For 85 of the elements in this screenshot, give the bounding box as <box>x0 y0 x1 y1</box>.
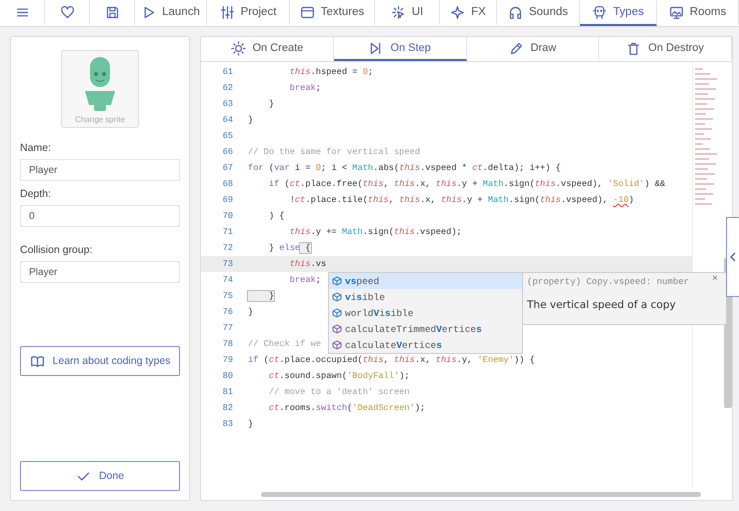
line-number: 68 <box>222 179 234 189</box>
line-number: 70 <box>222 211 234 221</box>
sprite-label: Change sprite <box>74 115 126 124</box>
line-number: 61 <box>222 67 234 77</box>
field-label: Collision group: <box>20 244 94 256</box>
window-icon <box>300 4 315 20</box>
autocomplete-item[interactable]: calculateTrimmedVertices <box>329 321 522 337</box>
trash-icon <box>626 40 642 56</box>
line-number: 73 <box>222 259 234 269</box>
field-label: Name: <box>20 142 52 154</box>
code-line: !ct.place.tile(this, this.x, this.y + Math.sign(this.vspeed), -10) <box>288 195 634 205</box>
sparkle-cursor-icon <box>390 4 406 20</box>
autocomplete-item[interactable]: visible <box>329 289 522 305</box>
close-button[interactable]: × <box>712 274 718 285</box>
line-number: 67 <box>222 163 234 173</box>
step-icon <box>368 40 384 56</box>
heart-icon <box>60 4 74 20</box>
line-number: 74 <box>222 275 234 285</box>
cube-icon <box>332 340 342 350</box>
line-number: 62 <box>222 83 234 93</box>
code-line: break; <box>288 275 321 285</box>
line-number: 83 <box>222 419 234 429</box>
code-line: ct.rooms.switch('DeadScreen'); <box>268 403 426 413</box>
nav-tab[interactable]: Types <box>580 0 657 26</box>
code-line: ) { <box>268 211 284 221</box>
code-line: if (ct.place.free(this, this.x, this.y + Math.sign(this.vspeed), 'Solid') && <box>268 179 666 189</box>
line-number: 81 <box>222 387 234 397</box>
cube-icon <box>332 308 342 318</box>
event-tab[interactable]: On Create <box>201 37 334 61</box>
line-number: 77 <box>222 323 234 333</box>
code-line: break; <box>288 83 321 93</box>
property-description: The vertical speed of a copy <box>527 299 677 311</box>
text-field[interactable]: Player <box>20 159 180 181</box>
done-button[interactable]: Done <box>20 461 180 491</box>
line-number: 64 <box>222 115 234 125</box>
cube-icon <box>332 324 342 334</box>
scrollbar-thumb[interactable] <box>261 492 701 497</box>
code-comment: // Check if we <box>248 339 321 349</box>
code-line: this.y += Math.sign(this.vspeed); <box>288 227 462 237</box>
save-icon <box>104 4 120 20</box>
code-line: ct.sound.spawn('BodyFall'); <box>268 371 410 381</box>
line-number: 76 <box>222 307 234 317</box>
code-line: this.hspeed = 0; <box>288 67 374 77</box>
code-line: this.vs <box>288 259 326 269</box>
line-number: 63 <box>222 99 234 109</box>
code-line: } <box>248 115 254 125</box>
code-line: } <box>248 307 254 317</box>
collapse-button[interactable] <box>726 217 739 297</box>
event-tab[interactable]: On Step <box>334 37 466 61</box>
line-number: 69 <box>222 195 234 205</box>
text-field[interactable]: Player <box>20 261 180 283</box>
headphones-icon <box>508 4 523 20</box>
line-number: 72 <box>222 243 234 253</box>
robot-icon <box>592 4 608 20</box>
code-line: } else { <box>268 243 311 253</box>
learn-button[interactable]: Learn about coding types <box>20 346 180 376</box>
code-line: } <box>268 99 274 109</box>
line-number: 79 <box>222 355 234 365</box>
cube-icon <box>332 292 342 302</box>
line-number: 80 <box>222 371 234 381</box>
code-line: for (var i = 0; i < Math.abs(this.vspeed * ct.delta); i++) { <box>248 163 561 173</box>
code-line: } <box>248 419 254 429</box>
text-field[interactable]: 0 <box>20 205 180 227</box>
line-number: 75 <box>222 291 234 301</box>
autocomplete-item[interactable]: calculateVertices <box>329 337 522 353</box>
line-number: 65 <box>222 131 234 141</box>
code-comment: // move to a 'death' screen <box>268 387 410 397</box>
line-number: 78 <box>222 339 234 349</box>
code-comment: // Do the same for vertical speed <box>248 147 420 157</box>
chevron-left-icon <box>730 252 736 262</box>
field-label: Depth: <box>20 188 52 200</box>
type-signature: (property) Copy.vspeed: number <box>527 277 690 287</box>
autocomplete-item[interactable]: worldVisible <box>329 305 522 321</box>
code-line: if (ct.place.occupied(this, this.x, this.y, 'Enemy')) { <box>248 355 535 365</box>
line-number: 66 <box>222 147 234 157</box>
line-number: 71 <box>222 227 234 237</box>
sliders-icon <box>220 4 235 20</box>
line-number: 82 <box>222 403 234 413</box>
pencil-icon <box>508 40 524 56</box>
book-icon <box>30 354 45 368</box>
sun-icon <box>230 40 246 56</box>
picture-icon <box>668 4 684 20</box>
cube-icon <box>332 276 342 286</box>
autocomplete-item[interactable]: vspeed <box>329 273 522 289</box>
sparkle-icon <box>450 4 466 20</box>
